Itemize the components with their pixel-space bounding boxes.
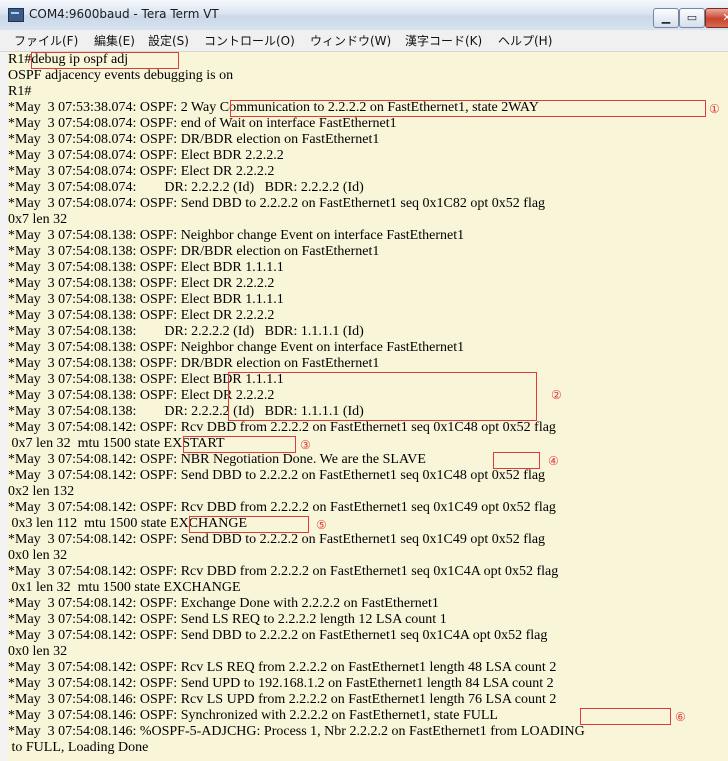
terminal-line: *May 3 07:54:08.138: OSPF: Elect DR 2.2.… [8,308,275,323]
annotation-3: ③ [300,438,311,452]
menu-setup[interactable]: 設定(S) [148,32,189,49]
terminal-line: *May 3 07:54:08.146: OSPF: Rcv LS UPD fr… [8,692,557,707]
terminal-line: *May 3 07:54:08.074: OSPF: Elect DR 2.2.… [8,164,275,179]
maximize-button[interactable]: ▭ [679,8,705,28]
terminal-line: *May 3 07:54:08.138: OSPF: DR/BDR electi… [8,244,380,259]
terminal-line: *May 3 07:54:08.142: OSPF: Rcv DBD from … [8,420,556,435]
terminal-line: *May 3 07:54:08.074: OSPF: DR/BDR electi… [8,132,380,147]
terminal-line: *May 3 07:54:08.142: OSPF: Send UPD to 1… [8,676,554,691]
highlight-box-command [31,52,179,69]
terminal-line: *May 3 07:54:08.138: OSPF: Neighbor chan… [8,340,465,355]
menu-control[interactable]: コントロール(O) [204,32,295,49]
annotation-2: ② [551,388,562,402]
menu-help[interactable]: ヘルプ(H) [498,32,552,49]
terminal-line: *May 3 07:54:08.146: OSPF: Synchronized … [8,708,498,723]
title-bar[interactable]: COM4:9600baud - Tera Term VT ▁ ▭ ✕ [0,0,728,31]
highlight-box-2way [230,100,706,117]
terminal-line: *May 3 07:54:08.146: %OSPF-5-ADJCHG: Pro… [8,724,585,739]
terminal-line: 0x1 len 32 mtu 1500 state EXCHANGE [8,580,241,595]
annotation-6: ⑥ [675,710,686,724]
terminal-line: R1# [8,84,32,99]
annotation-1: ① [709,102,720,116]
menu-kanji[interactable]: 漢字コード(K) [405,32,482,49]
terminal-line: 0x2 len 132 [8,484,75,499]
terminal-line: *May 3 07:54:08.142: OSPF: NBR Negotiati… [8,452,426,467]
terminal-window: COM4:9600baud - Tera Term VT ▁ ▭ ✕ ファイル(… [0,0,728,761]
terminal-line: 0x7 len 32 [8,212,68,227]
menu-file[interactable]: ファイル(F) [14,32,78,49]
window-title: COM4:9600baud - Tera Term VT [29,7,219,21]
terminal-line: *May 3 07:54:08.138: OSPF: DR/BDR electi… [8,356,380,371]
terminal-line: *May 3 07:54:08.142: OSPF: Send DBD to 2… [8,468,546,483]
terminal-line: *May 3 07:54:08.142: OSPF: Send LS REQ t… [8,612,447,627]
terminal-line: 0x0 len 32 [8,644,68,659]
terminal-line: to FULL, Loading Done [8,740,149,755]
highlight-box-slave [493,452,540,469]
terminal-line: *May 3 07:54:08.138: OSPF: Elect DR 2.2.… [8,276,275,291]
annotation-4: ④ [548,454,559,468]
terminal-line: *May 3 07:54:08.138: OSPF: Neighbor chan… [8,228,465,243]
highlight-box-exchange [189,516,309,533]
terminal-line: OSPF adjacency events debugging is on [8,68,234,83]
terminal-line: *May 3 07:54:08.142: OSPF: Exchange Done… [8,596,439,611]
menu-edit[interactable]: 編集(E) [94,32,135,49]
terminal-line: *May 3 07:54:08.074: OSPF: Elect BDR 2.2… [8,148,284,163]
terminal-line: *May 3 07:54:08.142: OSPF: Send DBD to 2… [8,532,546,547]
terminal-line: *May 3 07:54:08.074: OSPF: end of Wait o… [8,116,397,131]
highlight-box-full [580,708,671,725]
terminal-line: *May 3 07:54:08.142: OSPF: Send DBD to 2… [8,628,548,643]
terminal-line: *May 3 07:54:08.142: OSPF: Rcv DBD from … [8,500,556,515]
menu-bar: ファイル(F) 編集(E) 設定(S) コントロール(O) ウィンドウ(W) 漢… [0,30,728,52]
highlight-box-election [228,372,537,421]
annotation-5: ⑤ [316,518,327,532]
menu-window[interactable]: ウィンドウ(W) [310,32,391,49]
close-button[interactable]: ✕ [705,8,728,28]
terminal-line: *May 3 07:54:08.074: DR: 2.2.2.2 (Id) BD… [8,180,364,195]
minimize-button[interactable]: ▁ [653,8,679,28]
terminal-line: *May 3 07:54:08.142: OSPF: Rcv DBD from … [8,564,559,579]
terminal-line: *May 3 07:54:08.138: OSPF: Elect BDR 1.1… [8,260,284,275]
terminal-line: *May 3 07:54:08.142: OSPF: Rcv LS REQ fr… [8,660,557,675]
terminal-line: *May 3 07:54:08.074: OSPF: Send DBD to 2… [8,196,546,211]
highlight-box-exstart [183,436,296,453]
terminal-line: *May 3 07:54:08.138: OSPF: Elect BDR 1.1… [8,292,284,307]
terminal-app-icon [8,8,24,22]
terminal-line: 0x0 len 32 [8,548,68,563]
terminal-output[interactable]: R1#debug ip ospf adj OSPF adjacency event… [8,52,728,761]
terminal-line: *May 3 07:54:08.138: DR: 2.2.2.2 (Id) BD… [8,324,364,339]
